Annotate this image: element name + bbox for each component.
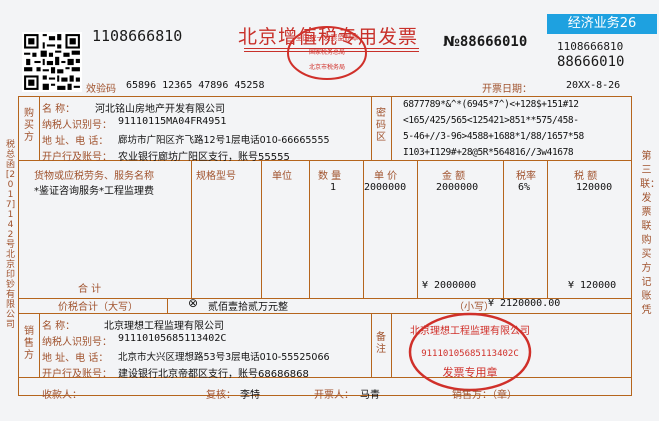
seller-seal-company: 北京理想工程监理有限公司 (410, 324, 530, 337)
cipher-section-label: 密码区 (376, 108, 386, 143)
total-small-value: ¥ 2120000.00 (488, 298, 561, 309)
copy-type-vertical: 第三联：发票联购买方记账凭 (640, 151, 659, 316)
total-label-divider (167, 298, 168, 313)
remarks-section-label: 备注 (376, 332, 386, 355)
reviewer-value: 李特 (240, 390, 260, 401)
buyer-name-label: 名 称： (42, 104, 76, 115)
col-divider-amount (417, 160, 418, 298)
col-header-qty: 数 量 (318, 171, 342, 182)
invoice-number: №88666010 (443, 34, 528, 50)
item-rate: 6% (518, 182, 531, 193)
col-divider-qty (309, 160, 310, 298)
total-label: 价税合计（大写） (58, 302, 138, 313)
issue-date-value: 20XX-8-26 (566, 80, 621, 91)
seal-top-line2: 国家税务总局 (309, 48, 345, 56)
seller-invoice-seal: 北京理想工程监理有限公司 91110105685113402C 发票专用章 (408, 312, 532, 392)
cipher-label-divider (391, 97, 392, 160)
seller-stamp-label: 销售方：（章） (452, 390, 517, 401)
cipher-line-3: 5-46+//3-96>4588+1688*1/88/1657*58 (403, 131, 584, 142)
seal-top-line3: 北京市税务局 (309, 63, 345, 71)
col-header-price: 单 价 (374, 171, 398, 182)
line-total-bottom (19, 313, 631, 314)
buyer-bank: 农业银行廊坊广阳区支行，账号55555 (118, 152, 290, 163)
seller-address: 北京市大兴区理想路53号3层电话010-55525066 (118, 352, 330, 363)
col-header-rate: 税率 (516, 171, 536, 182)
remarks-label-divider (391, 313, 392, 377)
business-tag: 经济业务26 (547, 14, 657, 34)
buyer-address-label: 地 址、电 话： (42, 136, 109, 147)
col-header-tax: 税 额 (574, 171, 598, 182)
col-header-spec: 规格型号 (196, 171, 236, 182)
total-in-words: 贰佰壹拾贰万元整 (208, 302, 288, 313)
issue-date-label: 开票日期： (482, 84, 532, 95)
right-invoice-code: 1108666810 (557, 40, 624, 53)
col-divider-spec (191, 160, 192, 298)
col-divider-unit (261, 160, 262, 298)
check-code-value: 65896 12365 47896 45258 (126, 80, 265, 91)
drawer-value: 马青 (360, 390, 380, 401)
remarks-left-divider (371, 313, 372, 377)
reviewer-label: 复核： (206, 390, 236, 401)
payee-label: 收款人： (42, 390, 82, 401)
buyer-tax-id: 91110115MA04FR4951 (118, 116, 227, 127)
check-code-label: 效验码 (86, 84, 116, 95)
buyer-tax-label: 纳税人识别号： (42, 120, 112, 131)
seller-section-label: 销售方 (24, 326, 34, 361)
seller-address-label: 地 址、电 话： (42, 353, 109, 364)
right-invoice-number: 88666010 (557, 54, 625, 70)
seller-bank: 建设银行北京帝都区支行，账号68686868 (118, 369, 309, 380)
col-divider-rate (503, 160, 504, 298)
seller-name-label: 名 称： (42, 321, 76, 332)
buyer-address: 廊坊市广阳区齐飞路12号1层电话010-66665555 (118, 135, 330, 146)
item-name: *鉴证咨询服务*工程监理费 (34, 186, 154, 197)
buyer-bank-label: 开户行及账号： (42, 152, 112, 163)
tax-supervision-seal: 全国统一发票监制章 国家税务总局 北京市税务局 (287, 26, 367, 80)
item-price: 2000000 (364, 182, 407, 193)
col-header-unit: 单位 (272, 171, 292, 182)
item-amount: 2000000 (436, 182, 479, 193)
subtotal-amount: ¥ 2000000 (422, 280, 477, 291)
buyer-label-divider (39, 97, 40, 160)
col-divider-tax (547, 160, 548, 298)
subtotal-label: 合 计 (78, 284, 102, 295)
cipher-line-1: 6877789*&^*(6945*7^)<+128$+151#12 (403, 99, 579, 110)
seller-seal-code: 91110105685113402C (421, 349, 519, 359)
invoice-code: 1108666810 (92, 27, 183, 45)
seller-tax-id: 91110105685113402C (118, 333, 227, 344)
cipher-line-4: I103+I129#+28@5R*564816//3w41678 (403, 147, 574, 158)
item-qty: 1 (330, 182, 337, 193)
buyer-name: 河北铭山房地产开发有限公司 (95, 104, 225, 115)
buyer-section-label: 购买方 (24, 108, 34, 143)
col-header-amount: 金 额 (442, 171, 466, 182)
seller-label-divider (39, 313, 40, 377)
cipher-line-2: <165/425/565<125421>851**575/458- (403, 115, 579, 126)
subtotal-tax: ¥ 120000 (568, 280, 617, 291)
qr-code-icon (22, 32, 82, 92)
close-circle-icon: ⊗ (188, 296, 199, 310)
item-tax: 120000 (576, 182, 613, 193)
seal-top-line1: 全国统一发票监制章 (296, 33, 359, 42)
drawer-label: 开票人： (314, 390, 354, 401)
seller-seal-footer: 发票专用章 (443, 365, 498, 379)
seller-tax-label: 纳税人识别号： (42, 337, 112, 348)
printer-note-vertical: 税总函[2017]142号北京印钞有限公司 (5, 140, 16, 330)
seller-bank-label: 开户行及账号： (42, 369, 112, 380)
seller-name: 北京理想工程监理有限公司 (104, 321, 224, 332)
col-header-name: 货物或应税劳务、服务名称 (34, 171, 154, 182)
cipher-left-divider (371, 97, 372, 160)
col-divider-price (363, 160, 364, 298)
